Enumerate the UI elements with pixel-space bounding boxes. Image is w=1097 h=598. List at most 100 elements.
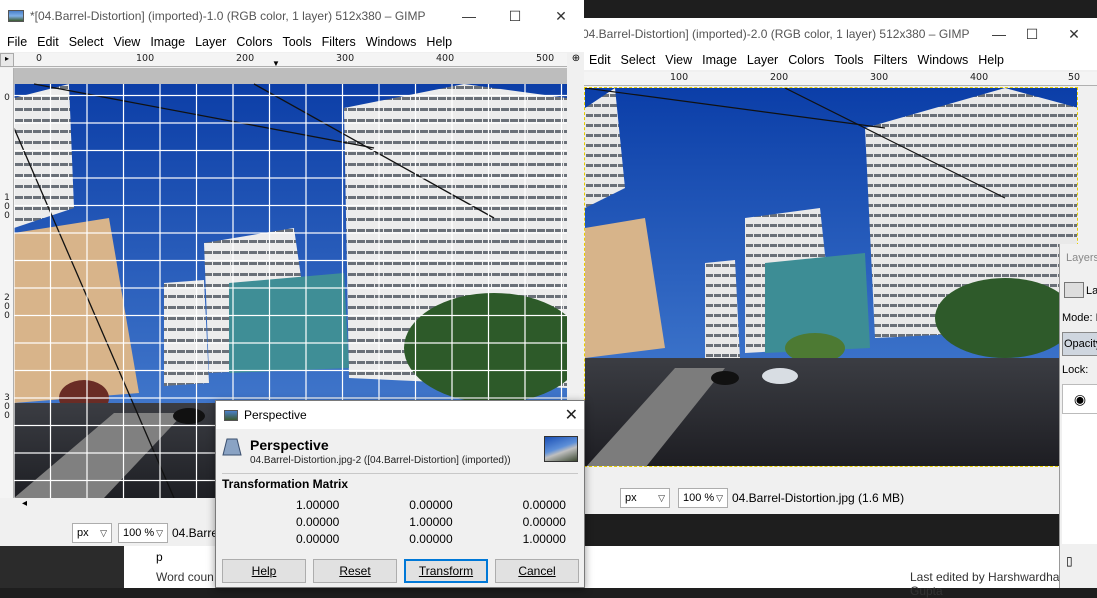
- perspective-heading: Perspective: [250, 437, 329, 453]
- menu-edit[interactable]: Edit: [32, 35, 64, 49]
- word-count[interactable]: Word coun: [156, 570, 214, 584]
- matrix-cell: 1.00000: [295, 497, 340, 512]
- new-layer-icon[interactable]: ▯: [1066, 554, 1073, 568]
- window-2-menubar: Edit Select View Image Layer Colors Tool…: [578, 50, 1097, 70]
- window-1-vertical-ruler[interactable]: 0 100 200 300: [0, 68, 14, 498]
- ruler-label: 200: [236, 53, 255, 64]
- perspective-dialog-title: Perspective: [244, 408, 307, 422]
- street-image-2: [585, 88, 1077, 466]
- image-thumbnail: [544, 436, 578, 462]
- matrix-cell: 0.00000: [409, 497, 453, 512]
- lock-label: Lock:: [1062, 364, 1089, 376]
- window-2-close-button[interactable]: ✕: [1051, 18, 1097, 50]
- cancel-button[interactable]: Cancel: [495, 559, 579, 583]
- window-2-status-filename: 04.Barrel-Distortion.jpg (1.6 MB): [732, 491, 905, 505]
- layers-list-area: [1062, 414, 1097, 544]
- matrix-cell: 0.00000: [295, 531, 340, 546]
- ruler-label: 100: [4, 193, 10, 221]
- close-icon[interactable]: ✕: [565, 405, 578, 425]
- window-1-close-button[interactable]: ✕: [538, 0, 584, 32]
- window-2-horizontal-ruler[interactable]: 100 200 300 400 50: [578, 72, 1097, 86]
- unit-value: px: [625, 492, 637, 504]
- document-left-gutter: [0, 546, 124, 588]
- reset-button[interactable]: Reset: [313, 559, 397, 583]
- menu-windows[interactable]: Windows: [361, 35, 422, 49]
- layer-item-label[interactable]: La: [1086, 285, 1097, 297]
- menu-tools[interactable]: Tools: [277, 35, 316, 49]
- menu-filters[interactable]: Filters: [869, 53, 913, 67]
- menu-colors[interactable]: Colors: [783, 53, 829, 67]
- chevron-down-icon: ▽: [658, 492, 665, 503]
- gimp-window-2: 04.Barrel-Distortion] (imported)-2.0 (RG…: [578, 18, 1097, 514]
- menu-edit[interactable]: Edit: [584, 53, 616, 67]
- perspective-dialog-titlebar[interactable]: Perspective: [216, 401, 584, 429]
- matrix-cell: 0.00000: [409, 531, 453, 546]
- dialog-buttons: Help Reset Transform Cancel: [216, 559, 584, 583]
- ruler-label: 0: [36, 53, 43, 64]
- help-button[interactable]: Help: [222, 559, 306, 583]
- ruler-label: 300: [4, 393, 10, 421]
- divider: [222, 473, 578, 474]
- matrix-cell: 1.00000: [522, 531, 566, 546]
- menu-tools[interactable]: Tools: [829, 53, 868, 67]
- window-1-maximize-button[interactable]: ☐: [492, 0, 538, 32]
- matrix-row: 0.00000 1.00000 0.00000: [226, 513, 566, 530]
- unit-value: px: [77, 527, 89, 539]
- ruler-corner-toggle[interactable]: ▸: [0, 53, 14, 67]
- ruler-label: 300: [336, 53, 355, 64]
- zoom-select[interactable]: 100 % ▽: [678, 488, 728, 508]
- ruler-label: 100: [670, 72, 689, 83]
- matrix-cell: 1.00000: [409, 514, 453, 529]
- perspective-dialog: Perspective ✕ Perspective 04.Barrel-Dist…: [215, 400, 585, 588]
- perspective-header: Perspective 04.Barrel-Distortion.jpg-2 (…: [216, 429, 584, 471]
- layers-panel-title[interactable]: Layers: [1066, 252, 1097, 264]
- opacity-label: Opacity: [1064, 338, 1097, 350]
- window-1-minimize-button[interactable]: —: [446, 0, 492, 32]
- matrix-cell: 0.00000: [522, 497, 566, 512]
- window-1-menubar: File Edit Select View Image Layer Colors…: [0, 32, 584, 52]
- ruler-label: 0: [4, 93, 10, 103]
- menu-layer[interactable]: Layer: [742, 53, 783, 67]
- chevron-down-icon: ▽: [716, 492, 723, 503]
- ruler-label: 400: [436, 53, 455, 64]
- perspective-subheading: 04.Barrel-Distortion.jpg-2 ([04.Barrel-D…: [250, 455, 511, 466]
- menu-help[interactable]: Help: [421, 35, 457, 49]
- window-2-canvas[interactable]: [584, 87, 1078, 467]
- zoom-value: 100 %: [683, 492, 715, 504]
- matrix-row: 1.00000 0.00000 0.00000: [226, 496, 566, 513]
- menu-view[interactable]: View: [108, 35, 145, 49]
- menu-windows[interactable]: Windows: [913, 53, 974, 67]
- layer-item-icon[interactable]: [1064, 282, 1084, 298]
- menu-select[interactable]: Select: [616, 53, 661, 67]
- transform-button[interactable]: Transform: [404, 559, 488, 583]
- menu-layer[interactable]: Layer: [190, 35, 231, 49]
- menu-file[interactable]: File: [2, 35, 32, 49]
- menu-filters[interactable]: Filters: [317, 35, 361, 49]
- unit-select[interactable]: px ▽: [72, 523, 112, 543]
- window-1-horizontal-ruler[interactable]: 0 100 200 300 400 500 ▼: [14, 53, 567, 67]
- menu-view[interactable]: View: [660, 53, 697, 67]
- eye-icon[interactable]: ◉: [1062, 384, 1097, 414]
- zoom-value: 100 %: [123, 527, 155, 539]
- ruler-label: 200: [770, 72, 789, 83]
- window-1-status-filename: 04.Barre: [172, 526, 219, 540]
- gimp-app-icon: [8, 10, 24, 22]
- window-2-maximize-button[interactable]: ☐: [1009, 18, 1055, 50]
- menu-image[interactable]: Image: [145, 35, 190, 49]
- ruler-label: 400: [970, 72, 989, 83]
- menu-select[interactable]: Select: [64, 35, 109, 49]
- doc-line: p: [156, 550, 163, 564]
- chevron-down-icon: ▽: [100, 527, 107, 538]
- menu-image[interactable]: Image: [697, 53, 742, 67]
- matrix-cell: 0.00000: [522, 514, 566, 529]
- menu-colors[interactable]: Colors: [231, 35, 277, 49]
- unit-select[interactable]: px ▽: [620, 488, 670, 508]
- matrix-cell: 0.00000: [295, 514, 340, 529]
- ruler-label: 50: [1068, 72, 1081, 83]
- menu-help[interactable]: Help: [973, 53, 1009, 67]
- ruler-label: 200: [4, 293, 10, 321]
- navigate-icon[interactable]: ⊕: [568, 53, 584, 67]
- layers-panel: Layers La Mode: N Opacity Lock: ◉ ▯: [1059, 244, 1097, 588]
- matrix-row: 0.00000 0.00000 1.00000: [226, 530, 566, 547]
- zoom-select[interactable]: 100 % ▽: [118, 523, 168, 543]
